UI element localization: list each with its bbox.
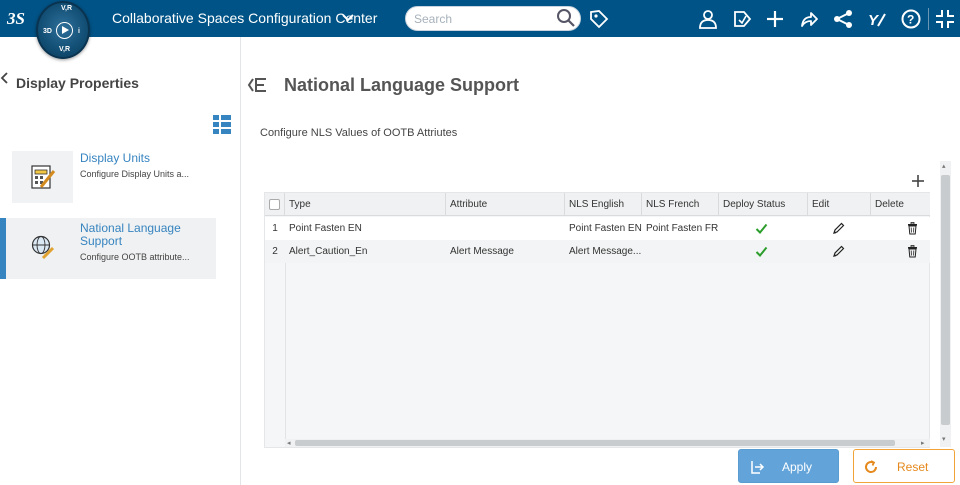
- scroll-right-icon[interactable]: ▸: [921, 439, 925, 447]
- top-bar: 3S Collaborative Spaces Configuration Ce…: [0, 0, 960, 37]
- cell-type: Point Fasten EN: [289, 223, 362, 234]
- horizontal-scrollbar[interactable]: ◂ ▸: [285, 439, 930, 447]
- scroll-thumb[interactable]: [295, 440, 895, 446]
- column-header-type[interactable]: Type: [285, 193, 446, 216]
- dassault-logo-icon: 3S: [6, 9, 25, 28]
- nls-table: Type Attribute NLS English NLS French De…: [264, 192, 930, 448]
- search-icon[interactable]: [556, 8, 576, 28]
- select-all-checkbox[interactable]: [269, 199, 280, 210]
- apply-label: Apply: [782, 460, 813, 474]
- cell-nls-french: [642, 240, 719, 263]
- chevron-left-icon[interactable]: [0, 71, 8, 85]
- column-header-attribute[interactable]: Attribute: [446, 193, 565, 216]
- edit-pencil-icon[interactable]: [832, 222, 845, 235]
- trash-icon[interactable]: [906, 222, 919, 235]
- cell-type: Alert_Caution_En: [289, 246, 368, 257]
- column-header-nls-english[interactable]: NLS English: [565, 193, 642, 216]
- item-title[interactable]: Display Units: [80, 152, 150, 165]
- compass-widget[interactable]: V,R 3D i V,R: [36, 1, 90, 59]
- row-number: 1: [272, 223, 278, 234]
- reset-icon: [865, 460, 878, 473]
- scroll-up-icon[interactable]: ▴: [942, 162, 946, 170]
- compass-left-label: 3D: [43, 28, 52, 35]
- selection-indicator: [0, 218, 6, 279]
- column-header-edit[interactable]: Edit: [808, 193, 871, 216]
- item-title[interactable]: National Language Support: [80, 222, 190, 248]
- chevron-down-icon[interactable]: [342, 13, 354, 23]
- svg-text:3S: 3S: [6, 9, 25, 28]
- reset-label: Reset: [897, 460, 929, 474]
- table-row[interactable]: 2 Alert_Caution_En Alert Message Alert M…: [265, 240, 930, 263]
- tag-icon[interactable]: [588, 8, 610, 30]
- divider: [928, 8, 929, 30]
- apply-button[interactable]: Apply: [738, 449, 839, 483]
- column-header-deploy-status[interactable]: Deploy Status: [719, 193, 808, 216]
- reset-button[interactable]: Reset: [853, 449, 955, 483]
- cell-nls-french: Point Fasten FR: [646, 223, 719, 234]
- compass-right-label: i: [78, 28, 80, 35]
- network-icon[interactable]: [832, 8, 854, 30]
- page-title: National Language Support: [284, 75, 520, 95]
- help-icon[interactable]: ?: [900, 8, 922, 30]
- tag-badge-icon[interactable]: [731, 8, 753, 30]
- collapse-panel-icon[interactable]: [247, 76, 267, 94]
- search-input[interactable]: [414, 11, 554, 27]
- panel-title: Display Properties: [16, 75, 139, 91]
- row-number: 2: [272, 246, 278, 257]
- column-divider: [285, 263, 286, 439]
- share-icon[interactable]: [798, 8, 820, 30]
- scroll-left-icon[interactable]: ◂: [287, 439, 291, 447]
- table-header: Type Attribute NLS English NLS French De…: [265, 193, 930, 216]
- check-icon: [755, 246, 768, 257]
- plus-icon[interactable]: [764, 8, 786, 30]
- compass-y-icon[interactable]: Y: [866, 8, 888, 30]
- item-description: Configure Display Units a...: [80, 169, 190, 179]
- collapse-icon[interactable]: [934, 8, 956, 30]
- add-row-plus-icon[interactable]: [911, 174, 925, 188]
- page-subtitle: Configure NLS Values of OOTB Attriutes: [260, 127, 458, 139]
- cell-nls-english: Point Fasten EN: [569, 223, 642, 234]
- svg-text:Y: Y: [868, 12, 880, 29]
- item-description: Configure OOTB attribute...: [80, 252, 190, 262]
- compass-bottom-label: V,R: [59, 46, 71, 53]
- sidebar-item-national-language-support[interactable]: National Language Support Configure OOTB…: [0, 218, 216, 279]
- select-column: [265, 193, 285, 216]
- grid-view-icon[interactable]: [213, 115, 231, 135]
- vertical-scrollbar[interactable]: ▴ ▾: [940, 161, 951, 447]
- thumbnail: [12, 151, 73, 203]
- cell-attribute: [446, 217, 565, 240]
- edit-pencil-icon[interactable]: [832, 245, 845, 258]
- cell-nls-english: Alert Message...: [569, 246, 642, 257]
- compass-top-label: V,R: [61, 5, 73, 12]
- search-box[interactable]: [405, 6, 581, 31]
- sidebar-item-display-units[interactable]: Display Units Configure Display Units a.…: [0, 151, 216, 212]
- app-title[interactable]: Collaborative Spaces Configuration Cente…: [112, 10, 377, 26]
- left-panel: Display Properties Display Units Configu…: [0, 37, 241, 485]
- cell-attribute: Alert Message: [450, 246, 514, 257]
- apply-icon: [751, 461, 765, 474]
- trash-icon[interactable]: [906, 245, 919, 258]
- play-icon: [62, 26, 69, 34]
- column-header-delete[interactable]: Delete: [871, 193, 930, 216]
- column-header-nls-french[interactable]: NLS French: [642, 193, 719, 216]
- globe-edit-icon: [31, 235, 55, 260]
- scroll-thumb[interactable]: [941, 175, 950, 425]
- user-icon[interactable]: [697, 8, 719, 30]
- ruler-icon: [31, 165, 56, 189]
- check-icon: [755, 223, 768, 234]
- scroll-down-icon[interactable]: ▾: [942, 435, 946, 443]
- svg-text:?: ?: [907, 13, 914, 27]
- table-row[interactable]: 1 Point Fasten EN Point Fasten EN Point …: [265, 217, 930, 240]
